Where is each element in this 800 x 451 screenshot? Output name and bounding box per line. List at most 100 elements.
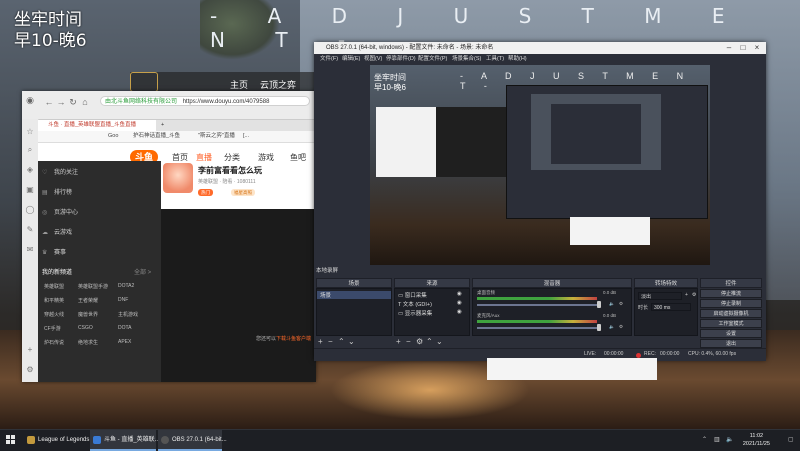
source-remove-icon[interactable]: − [406, 337, 411, 346]
source-settings-icon[interactable]: ⚙ [416, 337, 423, 346]
menu-edit[interactable]: 编辑(E) [342, 54, 360, 64]
source-down-icon[interactable]: ⌄ [436, 337, 443, 346]
settings-icon[interactable]: ⚙ [25, 365, 35, 375]
add-icon[interactable]: + [25, 345, 35, 355]
menu-events[interactable]: ♛ 赛事 [42, 247, 66, 256]
studio-mode-button[interactable]: 工作室模式 [700, 319, 762, 328]
stop-recording-button[interactable]: 停止录制 [700, 299, 762, 308]
transition-select[interactable]: 淡出 [638, 292, 682, 300]
sources-list[interactable]: ▭ 窗口采集 T 文本 (GDI+) ▭ 显示器采集 ◉ ◉ ◉ [394, 288, 470, 336]
menu-tools[interactable]: 工具(T) [486, 54, 504, 64]
taskbar-item-obs[interactable]: OBS 27.0.1 (64-bit... [158, 430, 227, 451]
menu-following[interactable]: ♡ 我的关注 [42, 167, 78, 176]
game-item[interactable]: 绝地求生 [78, 339, 98, 346]
menu-profile[interactable]: 配置文件(P) [418, 54, 447, 64]
volume-slider[interactable] [477, 327, 601, 329]
bookmark-2[interactable]: "斯云之弈"直播 [198, 131, 235, 142]
game-item[interactable]: DOTA [118, 325, 132, 331]
game-icon[interactable]: ◈ [25, 165, 35, 175]
menu-webgame[interactable]: ◎ 页游中心 [42, 207, 78, 216]
transition-settings-icon[interactable]: ⚙ [692, 292, 696, 298]
scene-add-icon[interactable]: + [318, 337, 323, 346]
transition-add-icon[interactable]: + [685, 292, 688, 298]
bookmark-3[interactable]: [... [243, 131, 249, 142]
scene-up-icon[interactable]: ⌃ [338, 337, 345, 346]
source-add-icon[interactable]: + [396, 337, 401, 346]
video-icon[interactable]: ▣ [25, 185, 35, 195]
forward-icon[interactable]: → [56, 97, 66, 107]
room-card[interactable]: 李前富看看怎么玩 英雄联盟 · 陪看 · 1080111 热门 福星高照 [161, 161, 316, 209]
edit-icon[interactable]: ✎ [25, 225, 35, 235]
menu-cloudgame[interactable]: ☁ 云游戏 [42, 227, 72, 236]
source-item[interactable]: ▭ 窗口采集 [398, 291, 427, 299]
source-item[interactable]: ▭ 显示器采集 [398, 309, 432, 317]
search-icon[interactable]: ⌕ [25, 145, 35, 155]
game-item[interactable]: DOTA2 [118, 283, 134, 289]
mixer-settings-icon[interactable]: ⚙ [619, 324, 623, 330]
stop-streaming-button[interactable]: 停止推流 [700, 289, 762, 298]
home-icon[interactable]: ⌂ [80, 97, 90, 107]
speaker-icon[interactable]: 🔈 [609, 301, 615, 307]
new-tab-icon[interactable]: + [158, 120, 172, 131]
menu-scene-collection[interactable]: 场景集合(S) [452, 54, 481, 64]
menu-docks[interactable]: 停靠部件(D) [386, 54, 416, 64]
source-item[interactable]: T 文本 (GDI+) [398, 300, 432, 308]
taskbar-item-browser[interactable]: 斗鱼 - 直播_英雄联.. [90, 430, 158, 451]
game-item[interactable]: 主机游戏 [118, 311, 138, 318]
taskbar-clock[interactable]: 11:02 2021/11/25 [743, 432, 770, 448]
download-link[interactable]: 下载斗鱼客户端 [276, 336, 311, 342]
game-item[interactable]: 魔兽世界 [78, 311, 98, 318]
bookmark-0[interactable]: Goo [108, 131, 118, 142]
scene-down-icon[interactable]: ⌄ [348, 337, 355, 346]
speaker-icon[interactable]: 🔈 [609, 324, 615, 330]
game-item[interactable]: 英雄联盟手游 [78, 283, 108, 290]
tab-douyu[interactable]: 斗鱼 · 直播_英雄联盟直播_斗鱼直播 [38, 120, 156, 131]
volume-slider-knob[interactable] [597, 301, 601, 308]
favorites-icon[interactable]: ☆ [25, 127, 35, 137]
menu-ranking[interactable]: ▤ 排行榜 [42, 187, 72, 196]
games-more-link[interactable]: 全部 > [134, 267, 151, 276]
chat-icon[interactable]: ◯ [25, 205, 35, 215]
visibility-eye-icon[interactable]: ◉ [457, 300, 462, 306]
transition-duration-input[interactable]: 300 ms [651, 303, 691, 311]
streamer-avatar[interactable] [163, 163, 193, 193]
scene-item[interactable]: 场景 [317, 291, 391, 299]
scenes-list[interactable]: 场景 [316, 288, 392, 336]
minimize-icon[interactable]: – [722, 42, 736, 54]
close-icon[interactable]: × [750, 42, 764, 54]
obs-preview[interactable]: 坐牢时间 早10-晚6 - A D J U S T M E N T - [370, 65, 710, 265]
taskbar-item-lol[interactable]: League of Legends [24, 430, 89, 451]
visibility-eye-icon[interactable]: ◉ [457, 291, 462, 297]
volume-slider[interactable] [477, 304, 601, 306]
obs-window[interactable]: OBS 27.0.1 (64-bit, windows) - 配置文件: 未命名… [314, 42, 766, 361]
settings-button[interactable]: 设置 [700, 329, 762, 338]
game-item[interactable]: 和平精英 [44, 297, 64, 304]
network-icon[interactable]: ▥ [714, 436, 720, 443]
refresh-icon[interactable]: ↻ [68, 97, 78, 107]
menu-help[interactable]: 帮助(H) [508, 54, 527, 64]
game-item[interactable]: CSGO [78, 325, 93, 331]
game-item[interactable]: 王者荣耀 [78, 297, 98, 304]
download-client-hint[interactable]: 您还可以下载斗鱼客户端 [256, 335, 311, 342]
exit-button[interactable]: 退出 [700, 339, 762, 348]
menu-file[interactable]: 文件(F) [320, 54, 338, 64]
visibility-eye-icon[interactable]: ◉ [457, 309, 462, 315]
game-item[interactable]: DNF [118, 297, 128, 303]
source-up-icon[interactable]: ⌃ [426, 337, 433, 346]
mixer-settings-icon[interactable]: ⚙ [619, 301, 623, 307]
mail-icon[interactable]: ✉ [25, 245, 35, 255]
game-item[interactable]: 穿越火线 [44, 311, 64, 318]
game-item[interactable]: 炉石传说 [44, 339, 64, 346]
notification-icon[interactable]: ▢ [788, 436, 794, 443]
volume-slider-knob[interactable] [597, 324, 601, 331]
tray-expand-icon[interactable]: ⌃ [702, 436, 707, 443]
windows-start-icon[interactable] [6, 435, 16, 445]
game-item[interactable]: APEX [118, 339, 131, 345]
maximize-icon[interactable]: □ [736, 42, 750, 54]
volume-icon[interactable]: 🔈 [726, 436, 733, 443]
address-bar[interactable]: 由北斗鱼网络科技有限公司 https://www.douyu.com/40795… [100, 96, 310, 106]
game-item[interactable]: CF手游 [44, 325, 61, 332]
menu-view[interactable]: 视图(V) [364, 54, 382, 64]
bookmark-1[interactable]: 护石神话直播_斗鱼 [133, 131, 180, 142]
back-icon[interactable]: ← [44, 97, 54, 107]
